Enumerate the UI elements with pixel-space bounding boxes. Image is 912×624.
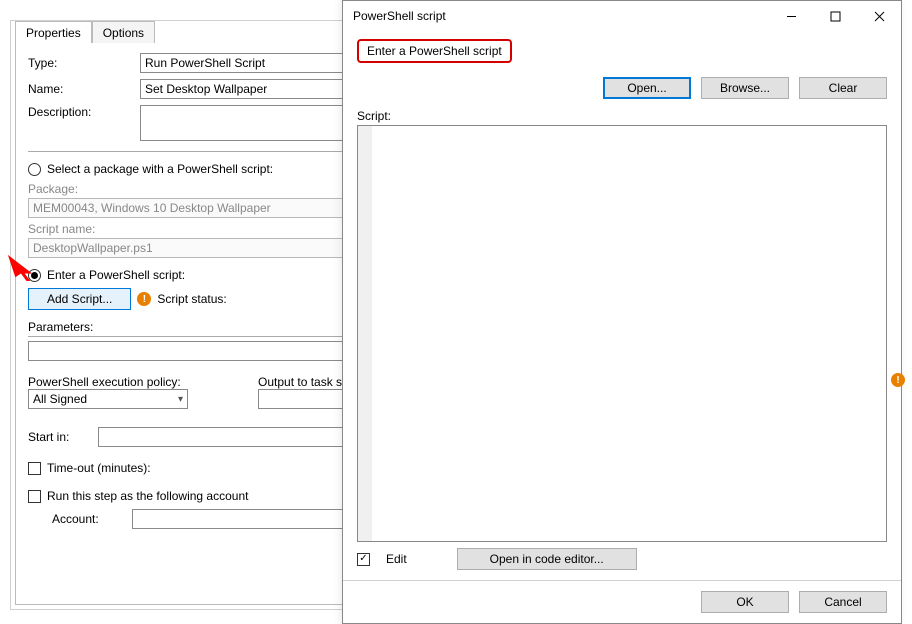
edit-checkbox[interactable] bbox=[357, 553, 370, 566]
open-code-editor-button[interactable]: Open in code editor... bbox=[457, 548, 637, 570]
dialog-footer: OK Cancel bbox=[343, 580, 901, 623]
exec-policy-label: PowerShell execution policy: bbox=[28, 375, 228, 389]
clear-button[interactable]: Clear bbox=[799, 77, 887, 99]
close-button[interactable] bbox=[857, 1, 901, 31]
ok-button[interactable]: OK bbox=[701, 591, 789, 613]
enter-script-caption: Enter a PowerShell script bbox=[357, 39, 512, 63]
edit-label: Edit bbox=[386, 552, 407, 566]
script-textarea[interactable] bbox=[372, 126, 886, 541]
powershell-script-dialog: PowerShell script Enter a PowerShell scr… bbox=[342, 0, 902, 624]
editor-gutter bbox=[358, 126, 372, 541]
add-script-button[interactable]: Add Script... bbox=[28, 288, 131, 310]
dialog-title: PowerShell script bbox=[353, 9, 769, 23]
radio-select-package[interactable] bbox=[28, 163, 41, 176]
account-label: Account: bbox=[52, 512, 132, 526]
name-label: Name: bbox=[28, 82, 140, 96]
maximize-button[interactable] bbox=[813, 1, 857, 31]
start-in-label: Start in: bbox=[28, 430, 98, 444]
run-as-label: Run this step as the following account bbox=[47, 489, 248, 503]
minimize-button[interactable] bbox=[769, 1, 813, 31]
radio-enter-script[interactable] bbox=[28, 269, 41, 282]
tab-strip: Properties Options bbox=[15, 21, 155, 45]
open-button[interactable]: Open... bbox=[603, 77, 691, 99]
script-label: Script: bbox=[357, 109, 887, 123]
titlebar: PowerShell script bbox=[343, 1, 901, 31]
exec-policy-combo[interactable]: All Signed ▾ bbox=[28, 389, 188, 409]
cancel-button[interactable]: Cancel bbox=[799, 591, 887, 613]
type-label: Type: bbox=[28, 56, 140, 70]
script-editor bbox=[357, 125, 887, 542]
tab-options[interactable]: Options bbox=[92, 21, 155, 45]
radio-select-package-label: Select a package with a PowerShell scrip… bbox=[47, 162, 273, 176]
timeout-checkbox[interactable] bbox=[28, 462, 41, 475]
warning-icon: ! bbox=[137, 292, 151, 306]
description-label: Description: bbox=[28, 105, 140, 119]
chevron-down-icon: ▾ bbox=[178, 394, 183, 405]
browse-button[interactable]: Browse... bbox=[701, 77, 789, 99]
run-as-checkbox[interactable] bbox=[28, 490, 41, 503]
exec-policy-value: All Signed bbox=[33, 392, 87, 406]
warning-icon: ! bbox=[891, 373, 905, 387]
radio-enter-script-label: Enter a PowerShell script: bbox=[47, 268, 185, 282]
tab-properties[interactable]: Properties bbox=[15, 21, 92, 45]
timeout-label: Time-out (minutes): bbox=[47, 461, 151, 475]
script-status-label: Script status: bbox=[157, 292, 226, 306]
